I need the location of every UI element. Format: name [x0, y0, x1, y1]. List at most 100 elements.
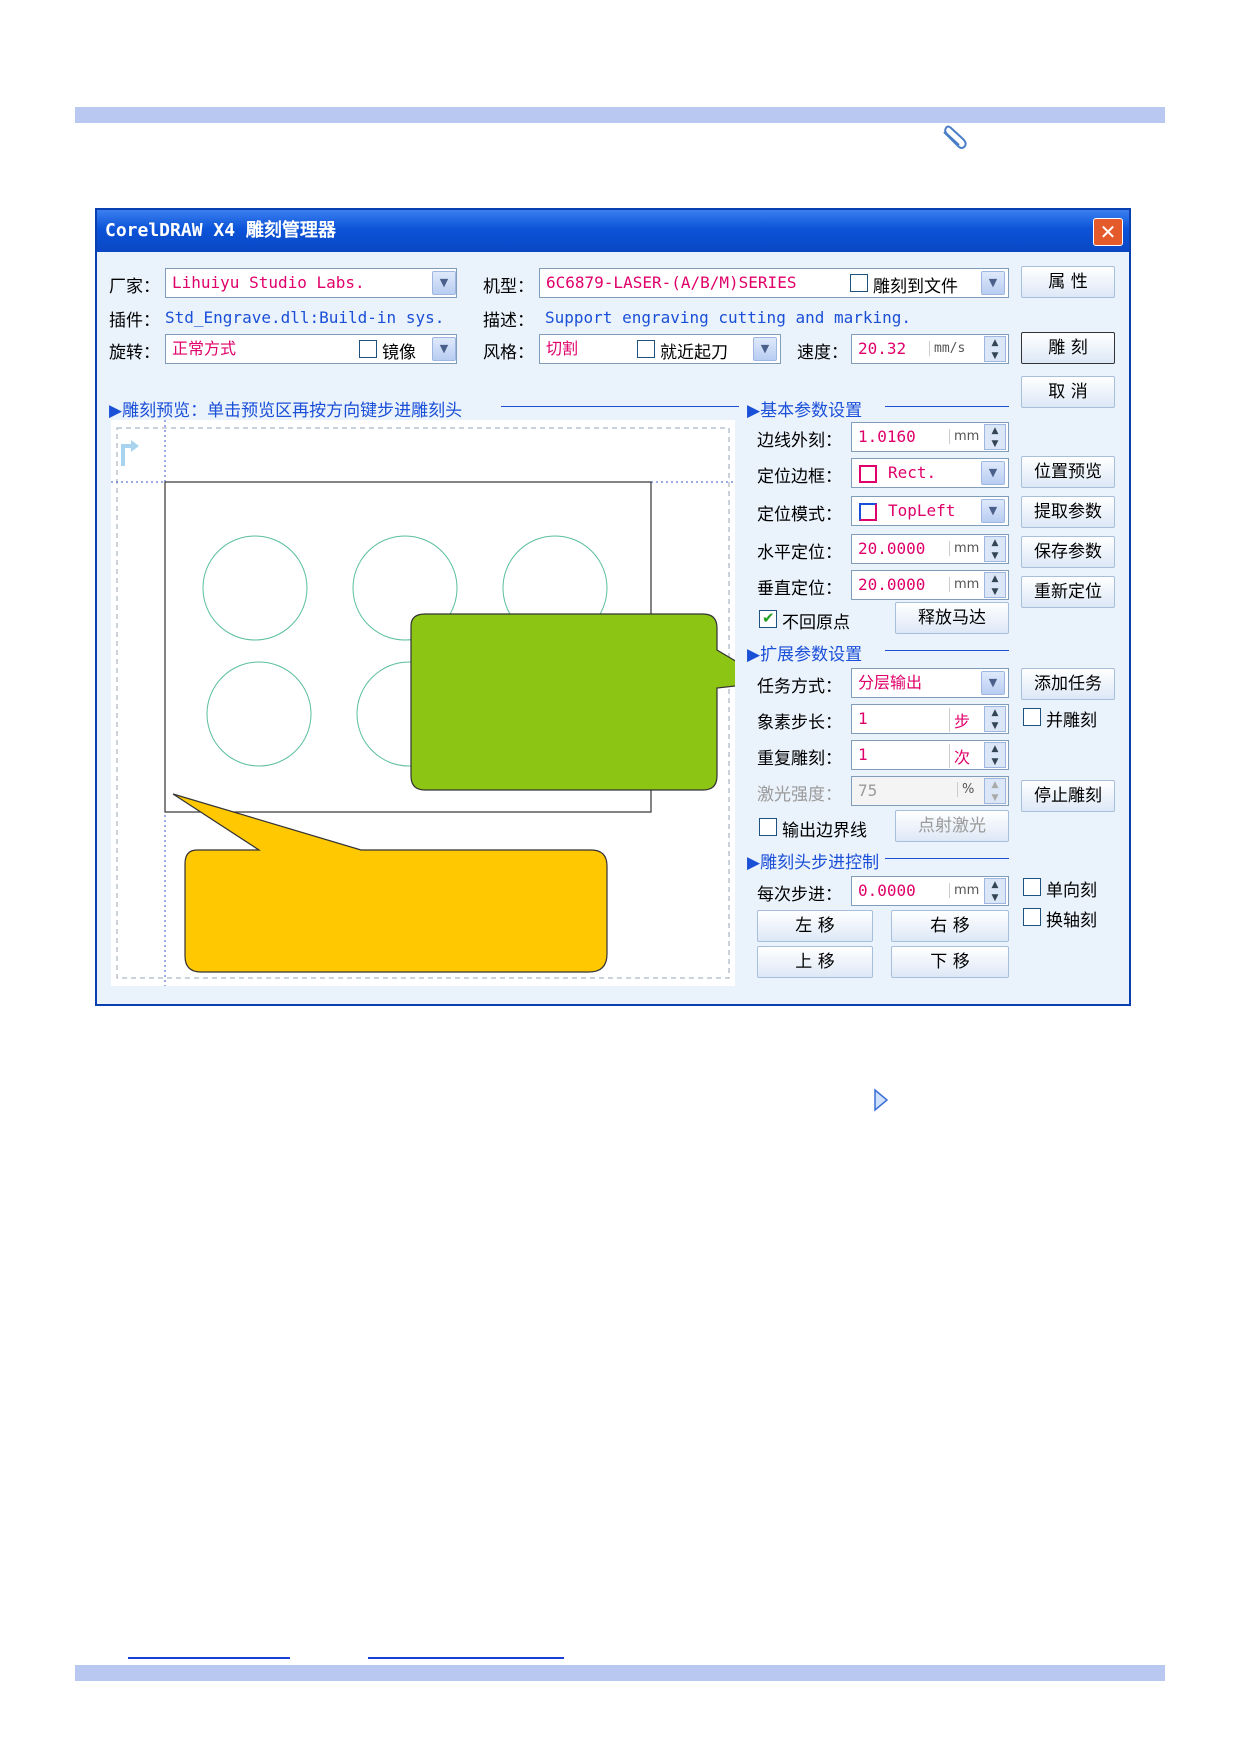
move-right-button[interactable]: 右 移 [891, 910, 1009, 942]
speed-spinner[interactable]: ▲ ▼ [984, 336, 1006, 362]
parallel-checkbox[interactable] [1023, 708, 1041, 726]
engrave-manager-dialog: CorelDRAW X4 雕刻管理器 ✕ 厂家： Lihuiyu Studio … [95, 208, 1131, 1006]
vpos-unit: mm [949, 577, 979, 592]
triangle-arrow-icon [874, 1088, 889, 1112]
model-value: 6C6879-LASER-(A/B/M)SERIES [546, 273, 797, 292]
plugin-value: Std_Engrave.dll:Build-in sys. [165, 308, 445, 327]
each-step-spinner[interactable]: ▲ ▼ [984, 878, 1006, 904]
hpos-unit: mm [949, 541, 979, 556]
chevron-down-icon[interactable]: ▼ [981, 271, 1005, 295]
chevron-down-icon[interactable]: ▼ [753, 337, 777, 361]
rotate-value: 正常方式 [172, 339, 237, 358]
engrave-to-file-label: 雕刻到文件 [873, 277, 958, 297]
chevron-down-icon[interactable]: ▼ [432, 337, 456, 361]
parallel-label: 并雕刻 [1046, 711, 1097, 731]
properties-button[interactable]: 属 性 [1021, 266, 1115, 298]
preview-header-line [501, 406, 739, 407]
no-home-checkbox[interactable] [759, 609, 777, 628]
desc-value: Support engraving cutting and marking. [545, 308, 912, 327]
repeat-spinner[interactable]: ▲ ▼ [984, 742, 1006, 768]
vendor-select[interactable]: Lihuiyu Studio Labs. [165, 268, 457, 298]
move-left-button[interactable]: 左 移 [757, 910, 873, 942]
laser-label: 激光强度： [757, 785, 842, 805]
task-value: 分层输出 [858, 673, 923, 692]
get-params-button[interactable]: 提取参数 [1021, 496, 1115, 528]
task-label: 任务方式： [757, 677, 842, 697]
pixel-value: 1 [858, 709, 868, 728]
step-header: ▶雕刻头步进控制 [747, 853, 880, 873]
move-down-button[interactable]: 下 移 [891, 946, 1009, 978]
each-step-label: 每次步进： [757, 885, 842, 905]
border-line-checkbox[interactable] [759, 818, 777, 836]
repeat-label: 重复雕刻： [757, 749, 842, 769]
topleft-icon [859, 503, 877, 521]
release-motor-button[interactable]: 释放马达 [895, 602, 1009, 634]
pixel-spinner[interactable]: ▲ ▼ [984, 706, 1006, 732]
no-home-label: 不回原点 [782, 613, 850, 633]
basic-header-line [885, 406, 1009, 407]
vendor-label: 厂家： [109, 277, 160, 297]
frame-value: Rect. [888, 463, 937, 482]
ext-header-line [885, 650, 1009, 651]
preview-header: ▶雕刻预览：单击预览区再按方向键步进雕刻头 [109, 401, 463, 421]
reposition-button[interactable]: 重新定位 [1021, 576, 1115, 608]
close-icon[interactable]: ✕ [1093, 218, 1123, 246]
mirror-checkbox[interactable] [359, 340, 377, 358]
repeat-value: 1 [858, 745, 868, 764]
near-start-checkbox[interactable] [637, 340, 655, 358]
laser-unit: % [957, 782, 974, 797]
laser-value: 75 [858, 781, 878, 800]
rotate-label: 旋转： [109, 343, 160, 363]
green-callout [410, 613, 735, 791]
save-params-button[interactable]: 保存参数 [1021, 536, 1115, 568]
paperclip-icon [943, 125, 967, 149]
engrave-to-file-checkbox[interactable] [850, 274, 868, 292]
swap-axis-label: 换轴刻 [1046, 911, 1097, 931]
chevron-down-icon[interactable]: ▼ [981, 499, 1005, 523]
model-label: 机型： [483, 277, 534, 297]
footer-bar [75, 1665, 1165, 1681]
desc-label: 描述： [483, 311, 534, 331]
chevron-down-icon[interactable]: ▼ [981, 671, 1005, 695]
mirror-label: 镜像 [382, 343, 416, 363]
vpos-spinner[interactable]: ▲ ▼ [984, 572, 1006, 598]
swap-axis-checkbox[interactable] [1023, 908, 1041, 926]
border-line-label: 输出边界线 [782, 821, 867, 841]
near-start-label: 就近起刀 [660, 343, 728, 363]
each-step-value: 0.0000 [858, 881, 916, 900]
header-bar [75, 107, 1165, 123]
speed-unit: mm/s [929, 341, 965, 356]
rect-icon [859, 465, 877, 483]
chevron-down-icon[interactable]: ▼ [981, 461, 1005, 485]
pixel-unit: 步 [949, 708, 970, 732]
footer-link-2[interactable] [368, 1657, 564, 1659]
speed-value: 20.32 [858, 339, 907, 358]
hpos-spinner[interactable]: ▲ ▼ [984, 536, 1006, 562]
laser-spinner: ▲ ▼ [984, 778, 1006, 804]
vpos-label: 垂直定位： [757, 579, 842, 599]
repeat-unit: 次 [949, 744, 970, 768]
plugin-label: 插件： [109, 311, 160, 331]
mode-label: 定位模式： [757, 505, 842, 525]
style-value: 切割 [546, 339, 579, 358]
stop-engrave-button[interactable]: 停止雕刻 [1021, 780, 1115, 812]
margin-unit: mm [949, 429, 979, 444]
preview-area[interactable] [111, 420, 735, 986]
ext-header: ▶扩展参数设置 [747, 645, 863, 665]
chevron-down-icon[interactable]: ▼ [432, 271, 456, 295]
frame-label: 定位边框： [757, 467, 842, 487]
dialog-title: CorelDRAW X4 雕刻管理器 [97, 210, 1129, 252]
add-task-button[interactable]: 添加任务 [1021, 668, 1115, 700]
vpos-value: 20.0000 [858, 575, 926, 594]
margin-value: 1.0160 [858, 427, 916, 446]
preview-position-button[interactable]: 位置预览 [1021, 456, 1115, 488]
move-up-button[interactable]: 上 移 [757, 946, 873, 978]
engrave-button[interactable]: 雕 刻 [1021, 332, 1115, 364]
mode-value: TopLeft [888, 501, 956, 520]
margin-spinner[interactable]: ▲ ▼ [984, 424, 1006, 450]
margin-label: 边线外刻： [757, 431, 842, 451]
fire-laser-button[interactable]: 点射激光 [895, 810, 1009, 842]
one-way-checkbox[interactable] [1023, 878, 1041, 896]
cancel-button[interactable]: 取 消 [1021, 376, 1115, 408]
footer-link-1[interactable] [128, 1657, 290, 1659]
